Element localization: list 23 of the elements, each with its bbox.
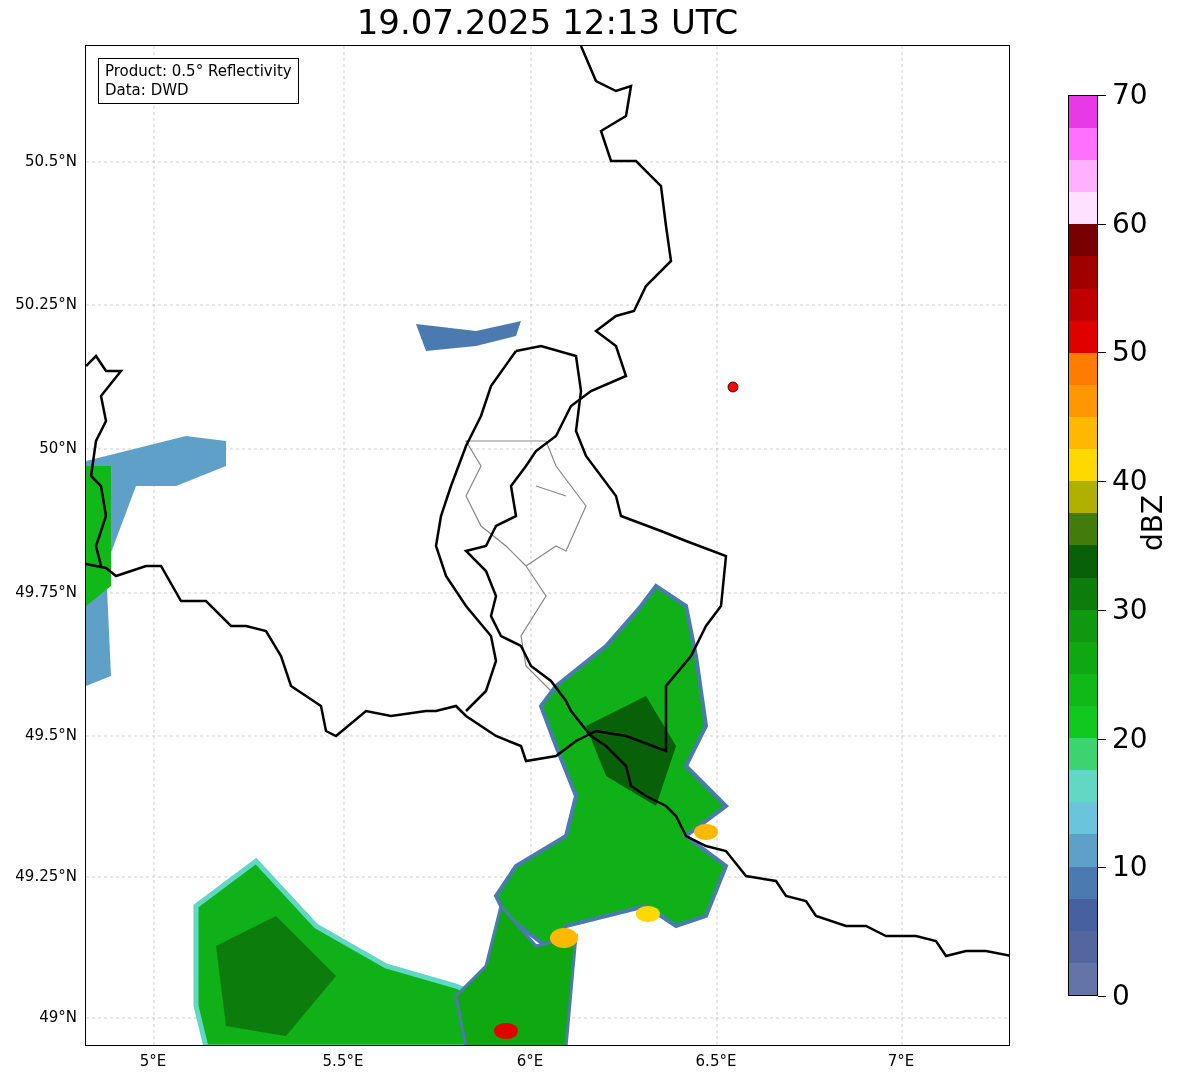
- latitude-label: 50°N: [39, 439, 77, 457]
- latitude-label: 50.25°N: [15, 295, 77, 313]
- colorbar-tick-label: 60: [1112, 207, 1148, 240]
- colorbar-tick-label: 10: [1112, 851, 1148, 884]
- longitude-label: 5.5°E: [322, 1052, 364, 1070]
- colorbar-tick-label: 50: [1112, 336, 1148, 369]
- latitude-label: 49.75°N: [15, 583, 77, 601]
- latitude-label: 49.5°N: [24, 726, 77, 744]
- longitude-label: 6.5°E: [695, 1052, 737, 1070]
- latitude-label: 49.25°N: [15, 867, 77, 885]
- longitude-label: 6°E: [516, 1052, 544, 1070]
- colorbar-tick-label: 0: [1112, 980, 1130, 1012]
- colorbar-tick-label: 20: [1112, 722, 1148, 755]
- chart-title: 19.07.2025 12:13 UTC: [355, 1, 740, 44]
- colorbar-label: dBZ: [1137, 494, 1169, 552]
- legend-text: Product: 0.5° Reflectivity: [105, 62, 292, 81]
- colorbar-tick-label: 30: [1112, 593, 1148, 626]
- longitude-label: 5°E: [139, 1052, 167, 1070]
- longitude-label: 7°E: [887, 1052, 915, 1070]
- latitude-label: 49°N: [39, 1008, 77, 1026]
- colorbar-tick-label: 70: [1112, 79, 1148, 111]
- latitude-label: 50.5°N: [24, 152, 77, 170]
- legend-text: Data: DWD: [105, 81, 190, 100]
